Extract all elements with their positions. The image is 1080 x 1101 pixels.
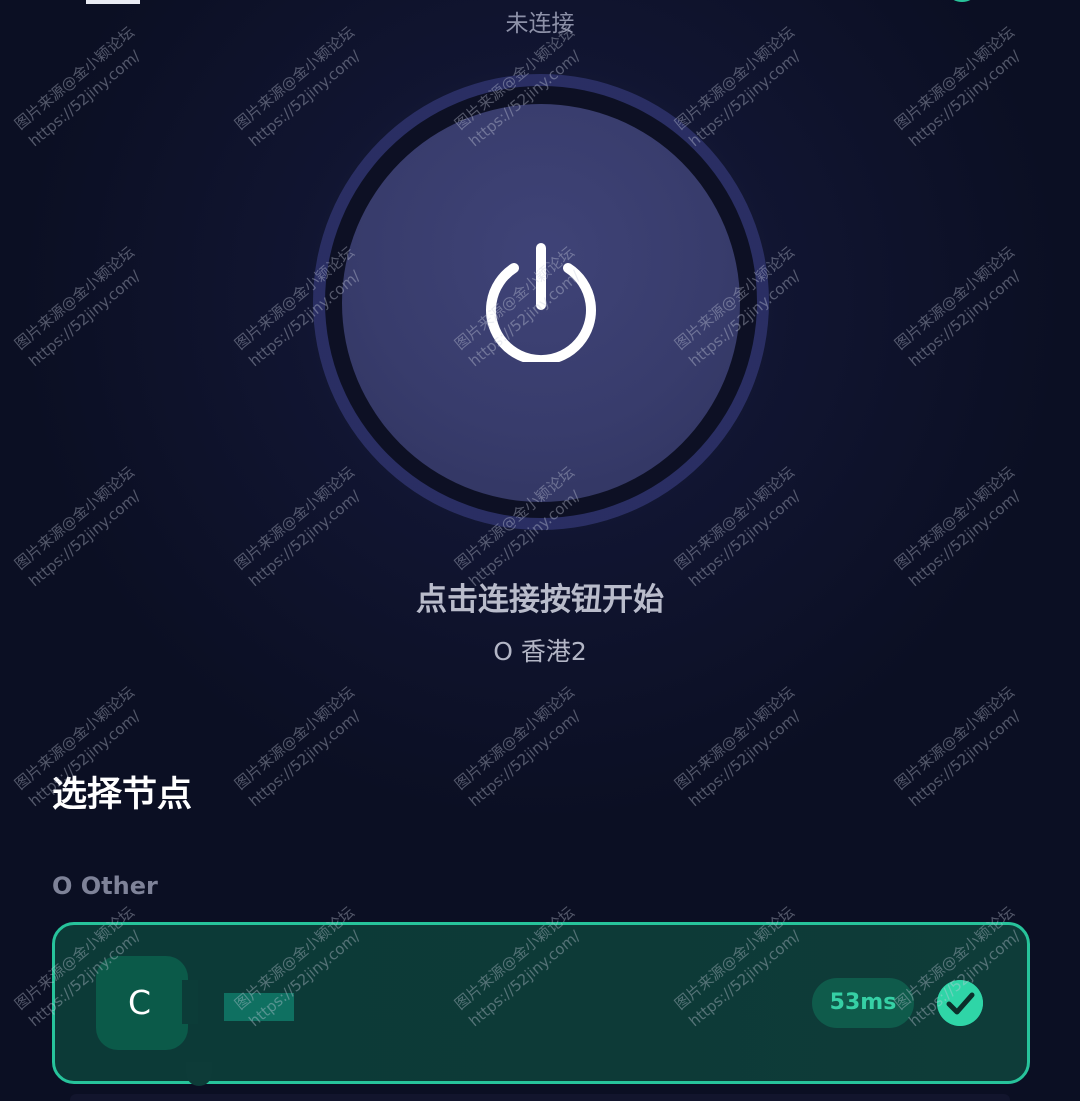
node-name-redacted [224,993,294,1021]
next-node-card[interactable] [70,1094,1010,1101]
current-node-label[interactable]: O 香港2 [0,632,1080,668]
node-badge: C [96,956,188,1050]
section-title: 选择节点 [52,775,193,815]
latency-badge: 53ms [812,978,914,1028]
check-icon [937,980,983,1026]
power-icon [486,243,596,362]
node-group-label[interactable]: O Other [52,872,158,900]
connect-hint: 点击连接按钮开始 [416,582,664,618]
node-badge-mask [182,980,198,1024]
connection-status: 未连接 [505,11,575,37]
